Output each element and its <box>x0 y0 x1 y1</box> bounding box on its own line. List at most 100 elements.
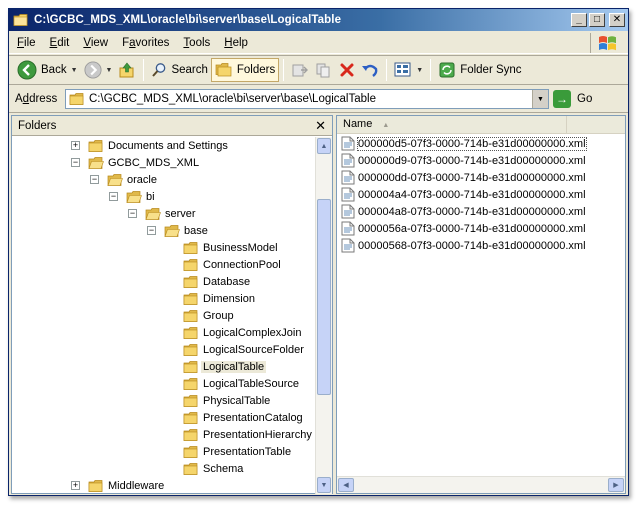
address-input[interactable]: C:\GCBC_MDS_XML\oracle\bi\server\base\Lo… <box>65 89 549 109</box>
xml-file-icon <box>341 136 355 151</box>
collapse-icon[interactable]: − <box>147 226 156 235</box>
title-bar[interactable]: C:\GCBC_MDS_XML\oracle\bi\server\base\Lo… <box>9 9 628 31</box>
tree-item[interactable]: PhysicalTable <box>183 392 270 409</box>
folders-button[interactable]: Folders <box>210 58 280 82</box>
menu-file[interactable]: File <box>9 32 43 54</box>
tree-item[interactable]: LogicalTable <box>183 358 267 375</box>
views-button[interactable]: ▼ <box>391 58 426 82</box>
menu-favorites[interactable]: Favorites <box>115 32 176 54</box>
file-name: 0000056a-07f3-0000-714b-e31d00000000.xml <box>358 222 586 235</box>
folder-sync-icon <box>439 62 455 78</box>
collapse-icon[interactable]: − <box>71 158 80 167</box>
chevron-down-icon[interactable]: ▼ <box>106 67 113 74</box>
tree-item[interactable]: − GCBC_MDS_XML <box>71 154 199 171</box>
tree-item[interactable]: Database <box>183 273 250 290</box>
file-list-item[interactable]: 000004a4-07f3-0000-714b-e31d00000000.xml <box>341 186 586 203</box>
file-list-item[interactable]: 000004a8-07f3-0000-714b-e31d00000000.xml <box>341 203 586 220</box>
tree-item[interactable]: PresentationTable <box>183 443 291 460</box>
folder-icon <box>183 241 198 254</box>
close-button[interactable]: ✕ <box>609 13 625 27</box>
up-folder-button[interactable] <box>115 58 139 82</box>
tree-item[interactable]: + Documents and Settings <box>71 137 228 154</box>
back-button[interactable]: Back ▼ <box>14 58 81 82</box>
menu-tools[interactable]: Tools <box>176 32 217 54</box>
address-label: Address <box>15 93 58 105</box>
go-button[interactable]: → Go <box>553 90 592 108</box>
expand-icon[interactable]: + <box>71 481 80 490</box>
tree-item[interactable]: − server <box>128 205 196 222</box>
folder-icon <box>69 93 84 105</box>
chevron-down-icon[interactable]: ▼ <box>416 67 423 74</box>
tree-item[interactable]: ConnectionPool <box>183 256 281 273</box>
tree-item[interactable]: + Middleware <box>71 477 164 494</box>
window-title: C:\GCBC_MDS_XML\oracle\bi\server\base\Lo… <box>34 14 342 26</box>
maximize-icon: □ <box>593 14 601 25</box>
file-list-item[interactable]: 000000d9-07f3-0000-714b-e31d00000000.xml <box>341 152 586 169</box>
horizontal-scrollbar[interactable]: ◀ ▶ <box>337 476 625 493</box>
folder-sync-button[interactable]: Folder Sync <box>435 58 524 82</box>
tree-item[interactable]: LogicalComplexJoin <box>183 324 301 341</box>
minimize-icon: _ <box>576 14 582 25</box>
tree-item[interactable]: PresentationHierarchy <box>183 426 312 443</box>
sort-ascending-icon: ▲ <box>382 122 390 129</box>
tree-item[interactable]: − base <box>147 222 208 239</box>
vertical-scrollbar[interactable]: ▲ ▼ <box>315 137 332 494</box>
tree-item-label: LogicalTableSource <box>203 377 300 390</box>
search-button[interactable]: Search <box>148 58 210 82</box>
file-list-item[interactable]: 000000dd-07f3-0000-714b-e31d00000000.xml <box>341 169 586 186</box>
collapse-icon[interactable]: − <box>109 192 118 201</box>
delete-button[interactable] <box>336 58 358 82</box>
tree-item[interactable]: Schema <box>183 460 243 477</box>
go-arrow-icon: → <box>553 90 571 108</box>
undo-button[interactable] <box>358 58 382 82</box>
tree-item[interactable]: LogicalSourceFolder <box>183 341 304 358</box>
tree-item[interactable]: − bi <box>109 188 155 205</box>
undo-icon <box>362 64 378 77</box>
scroll-right-arrow-icon[interactable]: ▶ <box>608 478 624 492</box>
folder-icon <box>183 428 198 441</box>
tree-item[interactable]: Dimension <box>183 290 255 307</box>
toolbar-separator <box>143 59 145 81</box>
tree-item-label: Database <box>203 275 251 288</box>
column-header-name[interactable]: Name ▲ <box>337 116 567 133</box>
maximize-button[interactable]: □ <box>589 13 605 27</box>
forward-button[interactable]: ▼ <box>81 58 116 82</box>
tree-item[interactable]: BusinessModel <box>183 239 278 256</box>
file-name: 000004a8-07f3-0000-714b-e31d00000000.xml <box>358 205 586 218</box>
chevron-down-icon[interactable]: ▼ <box>71 67 78 74</box>
folder-icon <box>13 14 28 26</box>
copy-to-button[interactable] <box>312 58 336 82</box>
xml-file-icon <box>341 170 355 185</box>
tree-item[interactable]: − oracle <box>90 171 157 188</box>
collapse-icon[interactable]: − <box>90 175 99 184</box>
address-dropdown-button[interactable]: ▼ <box>532 90 548 108</box>
tree-item[interactable]: PresentationCatalog <box>183 409 303 426</box>
toolbar-separator <box>283 59 285 81</box>
menu-edit[interactable]: Edit <box>43 32 77 54</box>
close-icon[interactable]: ✕ <box>315 118 326 134</box>
xml-file-icon <box>341 153 355 168</box>
scroll-left-arrow-icon[interactable]: ◀ <box>338 478 354 492</box>
minimize-button[interactable]: _ <box>571 13 587 27</box>
scroll-up-arrow-icon[interactable]: ▲ <box>317 138 331 154</box>
folders-icon <box>215 63 232 77</box>
menu-help[interactable]: Help <box>217 32 255 54</box>
expand-icon[interactable]: + <box>71 141 80 150</box>
menu-view[interactable]: View <box>76 32 115 54</box>
collapse-icon[interactable]: − <box>128 209 137 218</box>
scroll-down-arrow-icon[interactable]: ▼ <box>317 477 331 493</box>
menu-bar: File Edit View Favorites Tools Help <box>9 32 628 54</box>
windows-logo-icon <box>590 33 624 53</box>
scrollbar-thumb[interactable] <box>317 199 331 395</box>
tree-item-label: BusinessModel <box>203 241 278 254</box>
close-icon: ✕ <box>612 14 622 25</box>
tree-item[interactable]: Group <box>183 307 234 324</box>
file-list-item[interactable]: 00000568-07f3-0000-714b-e31d00000000.xml <box>341 237 586 254</box>
file-list-item[interactable]: 000000d5-07f3-0000-714b-e31d00000000.xml <box>341 135 587 152</box>
file-list-item[interactable]: 0000056a-07f3-0000-714b-e31d00000000.xml <box>341 220 586 237</box>
tree-item[interactable]: LogicalTableSource <box>183 375 299 392</box>
chevron-down-icon: ▼ <box>537 95 544 103</box>
move-to-button[interactable] <box>288 58 312 82</box>
tree-item-label: base <box>184 224 208 237</box>
folder-icon <box>183 377 198 390</box>
